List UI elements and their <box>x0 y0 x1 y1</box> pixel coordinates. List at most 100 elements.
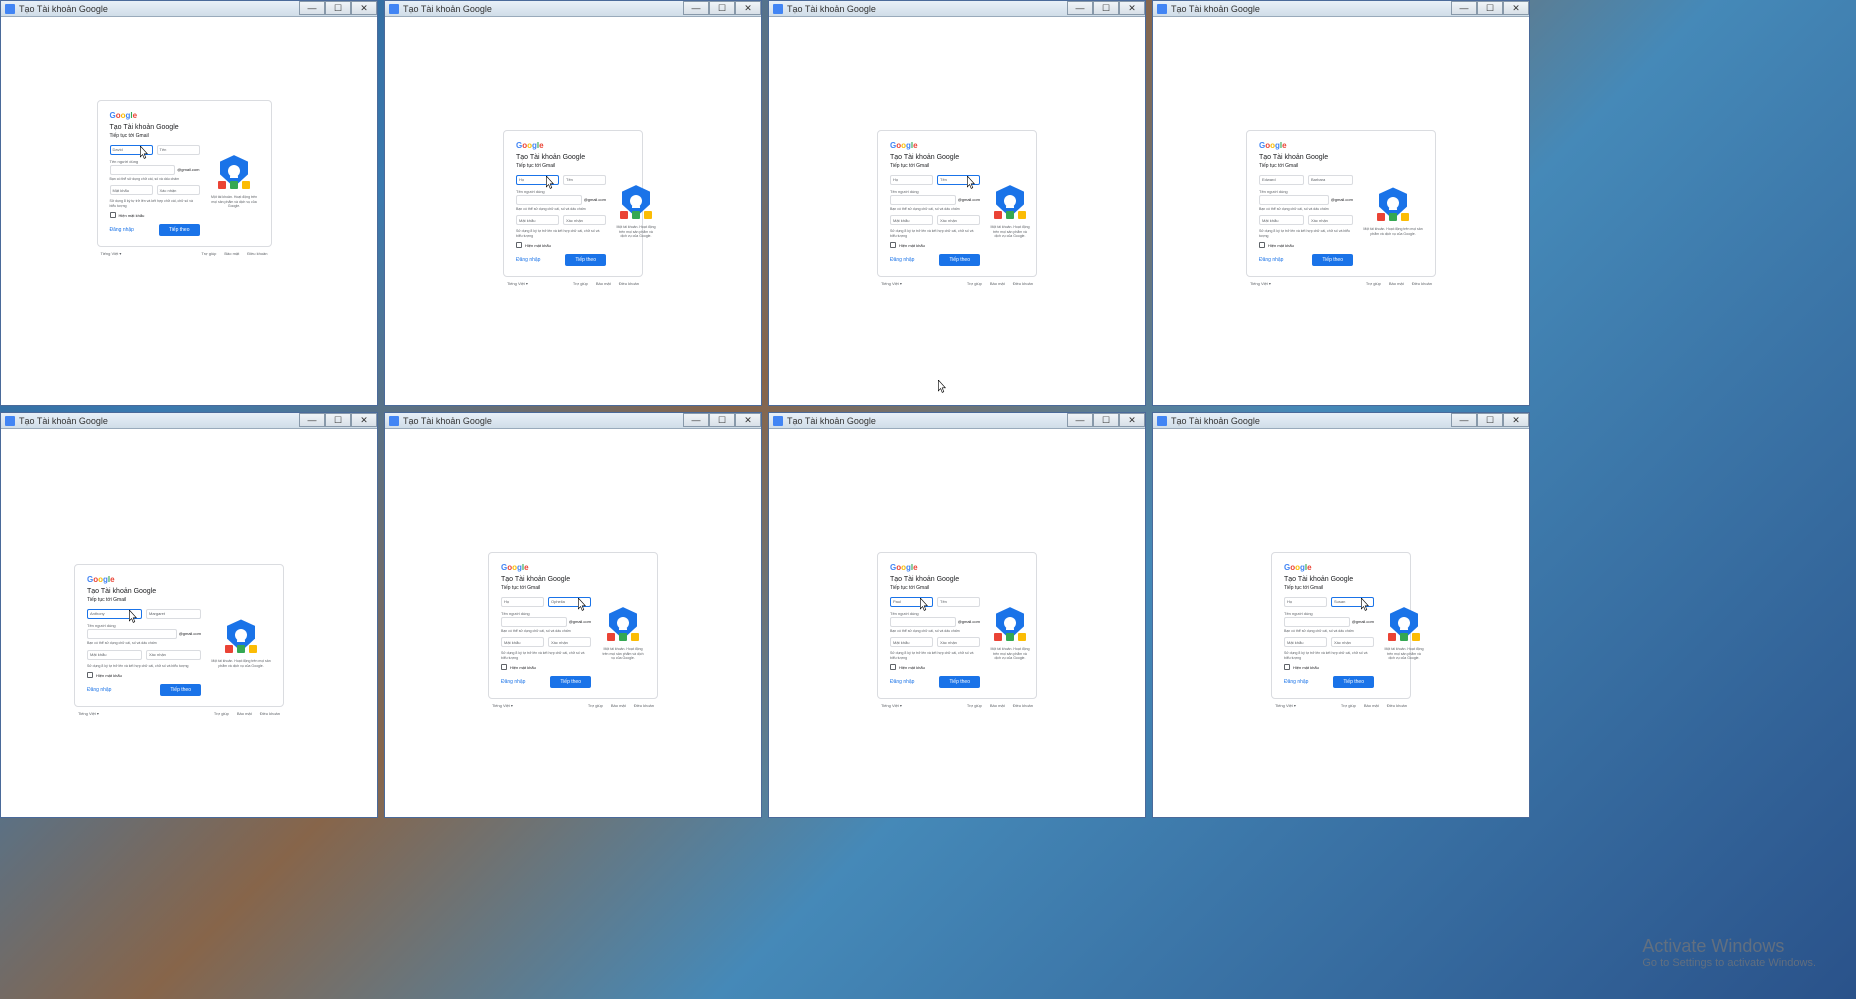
terms-link[interactable]: Điều khoản <box>1387 703 1407 708</box>
minimize-button[interactable]: — <box>683 1 709 15</box>
maximize-button[interactable]: ☐ <box>709 1 735 15</box>
username-input[interactable] <box>1284 617 1350 627</box>
minimize-button[interactable]: — <box>1451 413 1477 427</box>
username-input[interactable] <box>890 617 956 627</box>
privacy-link[interactable]: Bảo mật <box>990 281 1005 286</box>
privacy-link[interactable]: Bảo mật <box>990 703 1005 708</box>
help-link[interactable]: Trợ giúp <box>201 251 216 256</box>
help-link[interactable]: Trợ giúp <box>1341 703 1356 708</box>
privacy-link[interactable]: Bảo mật <box>611 703 626 708</box>
language-selector[interactable]: Tiếng Việt ▾ <box>881 281 902 286</box>
help-link[interactable]: Trợ giúp <box>588 703 603 708</box>
close-button[interactable]: ✕ <box>1119 1 1145 15</box>
last-name-input[interactable]: Tên <box>937 597 980 607</box>
show-password-checkbox[interactable] <box>890 242 896 248</box>
confirm-input[interactable]: Xác nhận <box>1308 215 1353 225</box>
username-input[interactable] <box>87 629 177 639</box>
show-password-checkbox[interactable] <box>501 664 507 670</box>
language-selector[interactable]: Tiếng Việt ▾ <box>507 281 528 286</box>
maximize-button[interactable]: ☐ <box>1093 413 1119 427</box>
next-button[interactable]: Tiếp theo <box>159 224 200 236</box>
username-input[interactable] <box>110 165 176 175</box>
privacy-link[interactable]: Bảo mật <box>1364 703 1379 708</box>
signin-link[interactable]: Đăng nhập <box>501 679 525 685</box>
language-selector[interactable]: Tiếng Việt ▾ <box>101 251 122 256</box>
username-input[interactable] <box>516 195 582 205</box>
maximize-button[interactable]: ☐ <box>325 1 351 15</box>
password-input[interactable]: Mật khẩu <box>1284 637 1327 647</box>
close-button[interactable]: ✕ <box>351 1 377 15</box>
confirm-input[interactable]: Xác nhận <box>146 650 201 660</box>
next-button[interactable]: Tiếp theo <box>939 676 980 688</box>
signin-link[interactable]: Đăng nhập <box>87 687 111 693</box>
language-selector[interactable]: Tiếng Việt ▾ <box>492 703 513 708</box>
minimize-button[interactable]: — <box>299 1 325 15</box>
close-button[interactable]: ✕ <box>735 413 761 427</box>
terms-link[interactable]: Điều khoản <box>634 703 654 708</box>
next-button[interactable]: Tiếp theo <box>565 254 606 266</box>
privacy-link[interactable]: Bảo mật <box>224 251 239 256</box>
username-input[interactable] <box>501 617 567 627</box>
language-selector[interactable]: Tiếng Việt ▾ <box>1250 281 1271 286</box>
language-selector[interactable]: Tiếng Việt ▾ <box>78 711 99 716</box>
username-input[interactable] <box>1259 195 1329 205</box>
first-name-input[interactable]: Họ <box>501 597 544 607</box>
confirm-input[interactable]: Xác nhận <box>157 185 200 195</box>
first-name-input[interactable]: Họ <box>890 175 933 185</box>
signin-link[interactable]: Đăng nhập <box>516 257 540 263</box>
language-selector[interactable]: Tiếng Việt ▾ <box>1275 703 1296 708</box>
next-button[interactable]: Tiếp theo <box>1333 676 1374 688</box>
next-button[interactable]: Tiếp theo <box>160 684 201 696</box>
password-input[interactable]: Mật khẩu <box>501 637 544 647</box>
minimize-button[interactable]: — <box>1451 1 1477 15</box>
privacy-link[interactable]: Bảo mật <box>1389 281 1404 286</box>
help-link[interactable]: Trợ giúp <box>214 711 229 716</box>
last-name-input[interactable]: Tên <box>157 145 200 155</box>
privacy-link[interactable]: Bảo mật <box>237 711 252 716</box>
close-button[interactable]: ✕ <box>1503 413 1529 427</box>
first-name-input[interactable]: Anthony <box>87 609 142 619</box>
signin-link[interactable]: Đăng nhập <box>890 257 914 263</box>
maximize-button[interactable]: ☐ <box>1477 1 1503 15</box>
help-link[interactable]: Trợ giúp <box>1366 281 1381 286</box>
last-name-input[interactable]: Barbara <box>1308 175 1353 185</box>
username-input[interactable] <box>890 195 956 205</box>
confirm-input[interactable]: Xác nhận <box>937 215 980 225</box>
confirm-input[interactable]: Xác nhận <box>563 215 606 225</box>
confirm-input[interactable]: Xác nhận <box>937 637 980 647</box>
maximize-button[interactable]: ☐ <box>325 413 351 427</box>
last-name-input[interactable]: Tên <box>563 175 606 185</box>
language-selector[interactable]: Tiếng Việt ▾ <box>881 703 902 708</box>
terms-link[interactable]: Điều khoản <box>247 251 267 256</box>
last-name-input[interactable]: Margaret <box>146 609 201 619</box>
password-input[interactable]: Mật khẩu <box>1259 215 1304 225</box>
help-link[interactable]: Trợ giúp <box>967 703 982 708</box>
first-name-input[interactable]: Edward <box>1259 175 1304 185</box>
password-input[interactable]: Mật khẩu <box>110 185 153 195</box>
show-password-checkbox[interactable] <box>110 212 116 218</box>
password-input[interactable]: Mật khẩu <box>516 215 559 225</box>
help-link[interactable]: Trợ giúp <box>967 281 982 286</box>
last-name-input[interactable]: Susan <box>1331 597 1374 607</box>
maximize-button[interactable]: ☐ <box>709 413 735 427</box>
terms-link[interactable]: Điều khoản <box>1412 281 1432 286</box>
last-name-input[interactable]: Tên <box>937 175 980 185</box>
signin-link[interactable]: Đăng nhập <box>1259 257 1283 263</box>
next-button[interactable]: Tiếp theo <box>550 676 591 688</box>
close-button[interactable]: ✕ <box>351 413 377 427</box>
minimize-button[interactable]: — <box>1067 1 1093 15</box>
show-password-checkbox[interactable] <box>1259 242 1265 248</box>
close-button[interactable]: ✕ <box>735 1 761 15</box>
signin-link[interactable]: Đăng nhập <box>890 679 914 685</box>
last-name-input[interactable]: Ophelia <box>548 597 591 607</box>
close-button[interactable]: ✕ <box>1503 1 1529 15</box>
minimize-button[interactable]: — <box>683 413 709 427</box>
minimize-button[interactable]: — <box>299 413 325 427</box>
signin-link[interactable]: Đăng nhập <box>1284 679 1308 685</box>
show-password-checkbox[interactable] <box>87 672 93 678</box>
privacy-link[interactable]: Bảo mật <box>596 281 611 286</box>
next-button[interactable]: Tiếp theo <box>939 254 980 266</box>
terms-link[interactable]: Điều khoản <box>1013 281 1033 286</box>
first-name-input[interactable]: Họ <box>516 175 559 185</box>
confirm-input[interactable]: Xác nhận <box>1331 637 1374 647</box>
